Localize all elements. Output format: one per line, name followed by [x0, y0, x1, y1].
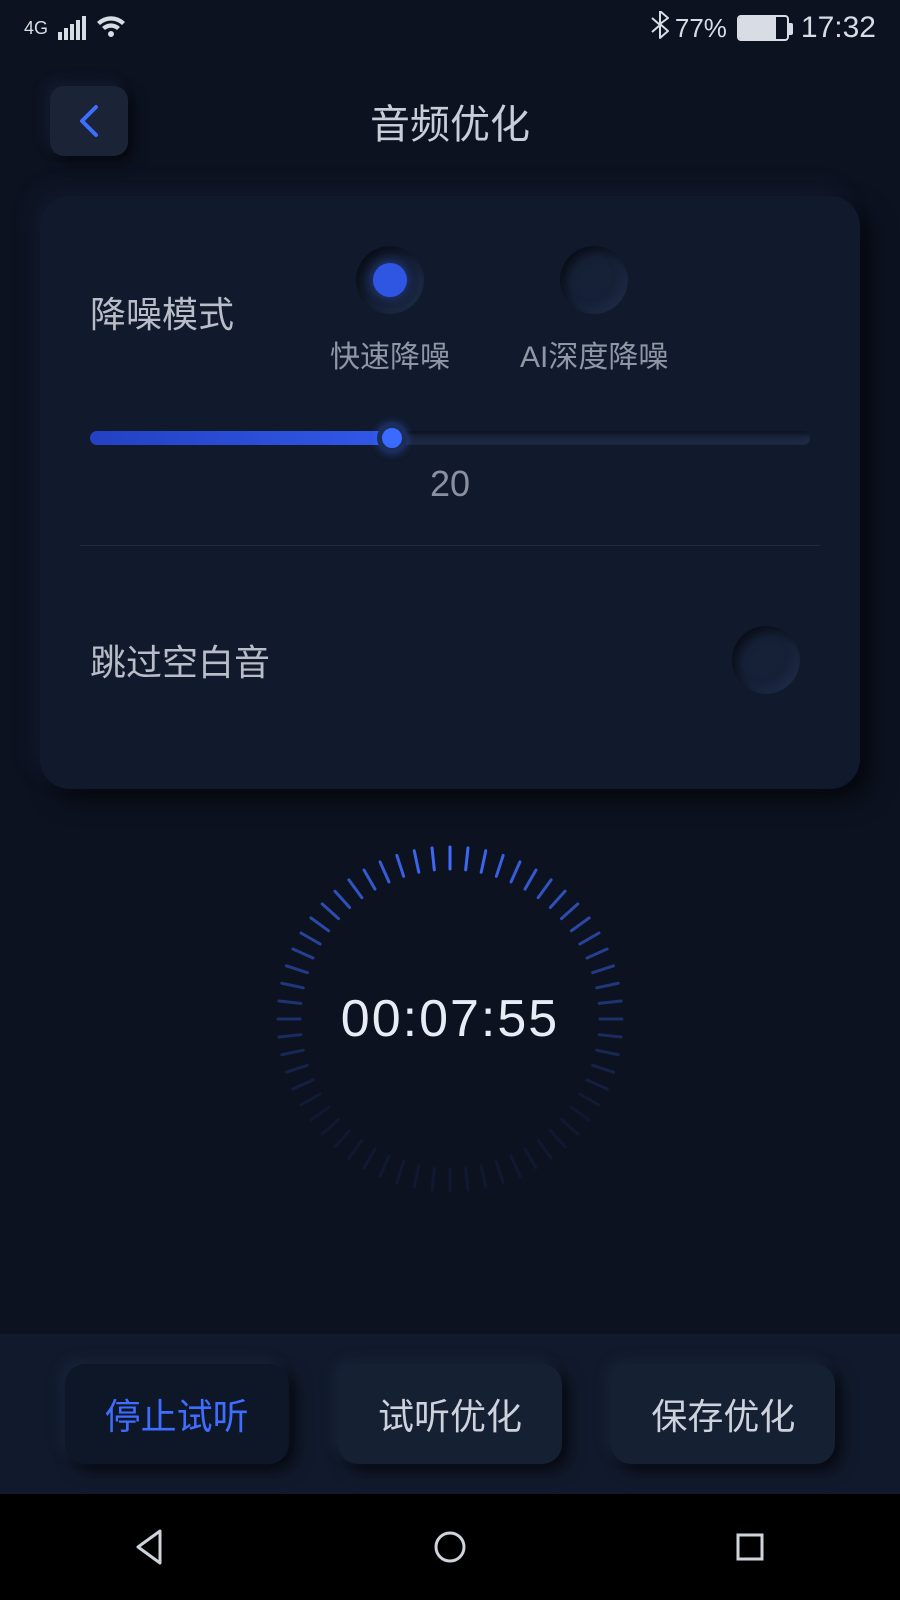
status-left: 4G	[24, 16, 126, 40]
save-optimize-button[interactable]: 保存优化	[611, 1364, 835, 1464]
battery-percent: 77%	[675, 13, 727, 44]
wifi-icon	[96, 16, 126, 40]
status-bar: 4G 77% 17:32	[0, 0, 900, 56]
stop-preview-button[interactable]: 停止试听	[65, 1364, 289, 1464]
radio-ai-label: AI深度降噪	[520, 332, 668, 376]
radio-circle-icon	[560, 246, 628, 314]
radio-fast-denoise[interactable]: 快速降噪	[330, 246, 450, 376]
skip-silence-row: 跳过空白音	[90, 586, 810, 759]
nav-back-icon[interactable]	[130, 1527, 170, 1567]
divider	[80, 545, 820, 546]
bottom-bar: 停止试听 试听优化 保存优化	[0, 1334, 900, 1494]
status-time: 17:32	[801, 11, 876, 45]
timer-dial-wrap: 00:07:55	[0, 839, 900, 1199]
noise-mode-row: 降噪模式 快速降噪 AI深度降噪	[90, 246, 810, 376]
android-nav-bar	[0, 1494, 900, 1600]
radio-fast-label: 快速降噪	[330, 332, 450, 376]
noise-mode-label: 降噪模式	[90, 246, 300, 338]
skip-silence-label: 跳过空白音	[90, 634, 270, 686]
settings-card: 降噪模式 快速降噪 AI深度降噪 20 跳过空白音	[40, 196, 860, 789]
header: 音频优化	[0, 56, 900, 186]
noise-mode-group: 快速降噪 AI深度降噪	[300, 246, 810, 376]
radio-ai-denoise[interactable]: AI深度降噪	[520, 246, 668, 376]
preview-optimize-button[interactable]: 试听优化	[338, 1364, 562, 1464]
denoise-slider[interactable]: 20	[90, 431, 810, 505]
battery-icon	[737, 15, 789, 41]
page-title: 音频优化	[0, 92, 900, 150]
timer-display: 00:07:55	[341, 989, 559, 1049]
slider-value: 20	[90, 463, 810, 505]
nav-home-icon[interactable]	[430, 1527, 470, 1567]
timer-dial: 00:07:55	[270, 839, 630, 1199]
slider-thumb-icon[interactable]	[377, 423, 407, 453]
network-type: 4G	[24, 19, 48, 37]
slider-track	[90, 431, 810, 445]
skip-silence-toggle[interactable]	[732, 626, 800, 694]
status-right: 77% 17:32	[651, 11, 876, 46]
nav-recent-icon[interactable]	[730, 1527, 770, 1567]
bluetooth-icon	[651, 11, 669, 46]
radio-circle-icon	[356, 246, 424, 314]
signal-icon	[58, 16, 86, 40]
